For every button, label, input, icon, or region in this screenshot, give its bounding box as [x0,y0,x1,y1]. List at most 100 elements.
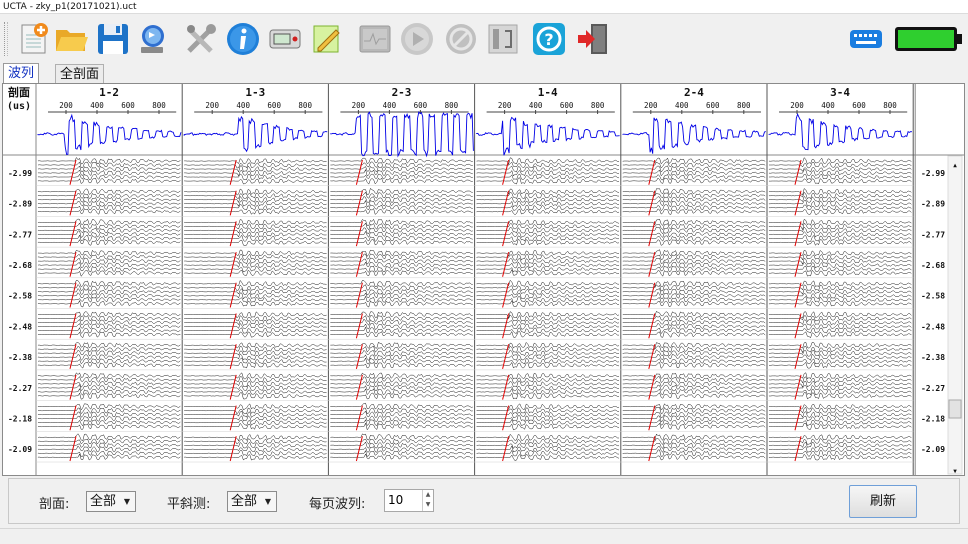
exit-icon[interactable] [574,20,612,58]
wave-trace [768,350,912,357]
wave-trace [37,376,181,383]
wave-trace [476,161,619,169]
wave-trace [622,192,766,199]
control-bar: 剖面: 全部 ▼ 平斜测: 全部 ▼ 每页波列: 10 ▲ ▼ 刷新 [8,478,960,524]
wave-trace [330,261,473,268]
stepper-up-icon[interactable]: ▲ [423,490,433,500]
wave-trace [37,331,181,338]
stepper-down-icon[interactable]: ▼ [423,500,433,510]
open-folder-icon[interactable] [52,20,90,58]
wave-trace [37,358,181,365]
wave-trace [622,358,766,365]
tab-wave-train[interactable]: 波列 [3,63,40,84]
device-icon[interactable] [266,20,304,58]
per-page-stepper[interactable]: 10 ▲ ▼ [384,489,434,512]
oscilloscope-icon[interactable] [356,20,394,58]
wave-trace [622,218,766,226]
wave-trace [622,446,766,453]
help-icon[interactable]: ? [530,20,568,58]
wave-trace [622,380,766,387]
vertical-scrollbar [947,155,963,475]
wave-trace [768,288,912,295]
save-icon[interactable] [94,20,132,58]
tick-label: 600 [414,101,428,110]
wave-trace [38,311,181,318]
info-icon[interactable] [224,20,262,58]
wave-trace [37,453,181,461]
wave-trace [476,173,620,180]
depth-label-left: -2.77 [8,230,32,239]
wave-trace [183,357,327,365]
tab-full-profile[interactable]: 全剖面 [55,64,105,84]
stop-icon[interactable] [442,20,480,58]
wave-trace [37,372,181,380]
wave-trace [183,410,327,418]
wave-trace [184,441,327,449]
play-icon[interactable] [398,20,436,58]
oblique-select[interactable]: 全部 ▼ [227,491,277,512]
wave-trace [622,342,766,350]
wave-trace [330,357,473,365]
depth-label-left: -2.18 [8,414,32,423]
wave-trace [769,249,912,257]
wave-trace [476,319,620,327]
tick-label: 200 [498,101,512,110]
new-file-icon[interactable] [14,20,52,58]
wave-trace [622,265,766,273]
wave-trace [183,234,327,242]
tick-label: 800 [883,101,897,110]
wave-trace [769,162,912,169]
wave-trace [330,257,473,265]
wave-trace [37,392,181,400]
tick-label: 800 [737,101,751,110]
wave-trace [476,279,620,287]
section-label: 剖面: [39,497,70,512]
depth-label-right: -2.99 [921,169,945,178]
edit-notes-icon[interactable] [308,20,346,58]
wave-trace [183,253,327,261]
tick-label: 400 [529,101,543,110]
svg-text:?: ? [544,30,553,49]
wave-trace [183,315,327,322]
usb-export-icon[interactable] [134,20,172,58]
wave-trace [476,177,620,185]
tick-label: 200 [59,101,73,110]
keyboard-icon[interactable] [846,20,886,58]
wave-trace [330,441,473,449]
depth-label-left: -2.58 [8,292,32,301]
wave-trace [330,227,473,234]
chevron-down-icon: ▼ [123,497,131,506]
wave-trace [184,297,327,304]
wave-trace [622,300,766,307]
wave-trace [183,322,327,330]
tools-icon[interactable] [182,20,220,58]
wave-trace [183,165,327,173]
wave-trace [330,270,473,276]
wave-trace [622,442,766,450]
wave-trace [37,222,181,230]
wave-trace [184,204,327,211]
wave-trace [330,318,473,326]
wave-trace [183,415,327,422]
section-select[interactable]: 全部 ▼ [86,491,136,512]
wave-trace [37,361,181,369]
wave-trace [768,280,912,287]
wave-trace [37,173,181,180]
connection-icon[interactable] [484,20,522,58]
tick-label: 200 [644,101,658,110]
wave-trace [768,438,912,445]
wave-trace [330,300,473,308]
wave-trace [37,254,181,260]
wave-trace [768,406,912,414]
refresh-button[interactable]: 刷新 [849,485,917,518]
toolbar-grip[interactable] [4,22,8,56]
wave-trace [330,392,473,400]
wave-trace [37,165,181,173]
tick-label: 200 [205,101,219,110]
wave-trace [330,168,473,177]
wave-trace [330,345,473,353]
wave-trace [183,380,327,388]
wave-trace [768,446,912,453]
status-bar [0,528,968,544]
depth-label-right: -2.77 [921,230,945,239]
